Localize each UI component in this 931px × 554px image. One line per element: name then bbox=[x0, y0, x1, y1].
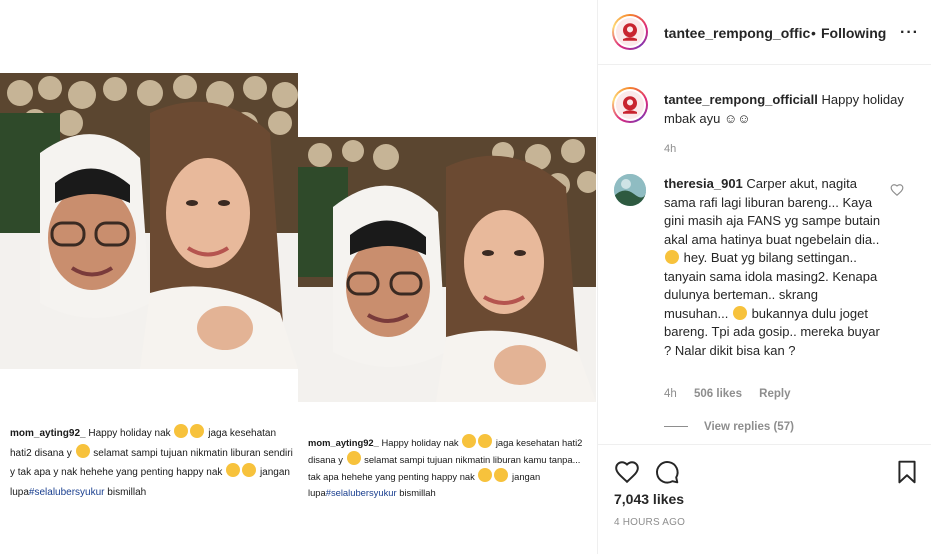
caption-username[interactable]: tantee_rempong_officiall bbox=[664, 92, 818, 107]
caption-text: tantee_rempong_officiall Happy holiday m… bbox=[664, 91, 914, 128]
heart-icon[interactable] bbox=[614, 459, 640, 485]
smile-emoji-icon bbox=[174, 424, 189, 438]
cool-emoji-icon bbox=[190, 424, 205, 438]
divider bbox=[664, 426, 688, 428]
image-caption-text: Happy holiday nak bbox=[381, 437, 459, 448]
separator-dot: • bbox=[811, 25, 816, 41]
hug-emoji-icon bbox=[75, 443, 90, 458]
avatar[interactable] bbox=[612, 14, 648, 50]
comment-text: theresia_901 Carper akut, nagita sama ra… bbox=[664, 175, 884, 360]
cool-emoji-icon bbox=[478, 434, 493, 448]
image-caption-bottom: mom_ayting92_ Happy holiday nak jaga kes… bbox=[308, 434, 593, 501]
view-replies-label: View replies (57) bbox=[704, 421, 794, 433]
image-caption-text: Happy holiday nak bbox=[88, 428, 171, 439]
comment-likes[interactable]: 506 likes bbox=[694, 388, 742, 400]
photo-right bbox=[298, 137, 596, 402]
post-media[interactable]: mom_ayting92_ Happy holiday nak jaga kes… bbox=[0, 0, 597, 554]
post-header: tantee_rempong_official • Following ··· bbox=[598, 0, 931, 65]
image-caption-hashtag: #selalubersyukur bbox=[28, 486, 105, 498]
following-button[interactable]: Following bbox=[821, 25, 886, 41]
commenter-avatar[interactable] bbox=[614, 174, 646, 206]
grimace-emoji-icon bbox=[732, 305, 747, 320]
post-panel: tantee_rempong_official • Following ··· … bbox=[597, 0, 931, 554]
post-actions: 7,043 likes 4 HOURS AGO bbox=[598, 444, 931, 554]
header-username[interactable]: tantee_rempong_official bbox=[664, 25, 810, 41]
avatar[interactable] bbox=[612, 87, 648, 123]
image-caption-top: mom_ayting92_ Happy holiday nak jaga kes… bbox=[10, 424, 295, 502]
image-caption-text: bismillah bbox=[399, 487, 436, 498]
image-caption-user: mom_ayting92_ bbox=[308, 437, 379, 448]
likes-count[interactable]: 7,043 likes bbox=[614, 491, 684, 507]
hug-emoji-icon bbox=[494, 468, 509, 482]
comments-section[interactable]: tantee_rempong_officiall Happy holiday m… bbox=[598, 66, 931, 444]
image-caption-hashtag: #selalubersyukur bbox=[325, 487, 397, 498]
bookmark-icon[interactable] bbox=[894, 459, 920, 485]
hug-emoji-icon bbox=[242, 463, 257, 477]
more-icon[interactable]: ··· bbox=[900, 24, 919, 42]
heart-small-icon[interactable] bbox=[890, 183, 904, 197]
kiss-emoji-icon bbox=[226, 463, 241, 477]
photo-left bbox=[0, 73, 298, 369]
image-caption-text: bismillah bbox=[107, 486, 147, 498]
image-caption-user: mom_ayting92_ bbox=[10, 428, 86, 439]
hug-emoji-icon bbox=[346, 451, 361, 465]
comment-username[interactable]: theresia_901 bbox=[664, 176, 743, 191]
caption-time[interactable]: 4h bbox=[664, 143, 676, 155]
grimace-emoji-icon bbox=[665, 250, 679, 264]
kiss-emoji-icon bbox=[478, 468, 493, 482]
comment-time[interactable]: 4h bbox=[664, 388, 677, 400]
comment-meta: 4h 506 likes Reply bbox=[664, 388, 805, 400]
smile-emoji-icon bbox=[462, 434, 477, 448]
comment-icon[interactable] bbox=[654, 459, 680, 485]
post-timestamp[interactable]: 4 HOURS AGO bbox=[614, 517, 685, 528]
reply-button[interactable]: Reply bbox=[759, 388, 790, 400]
view-replies-button[interactable]: View replies (57) bbox=[664, 421, 794, 433]
